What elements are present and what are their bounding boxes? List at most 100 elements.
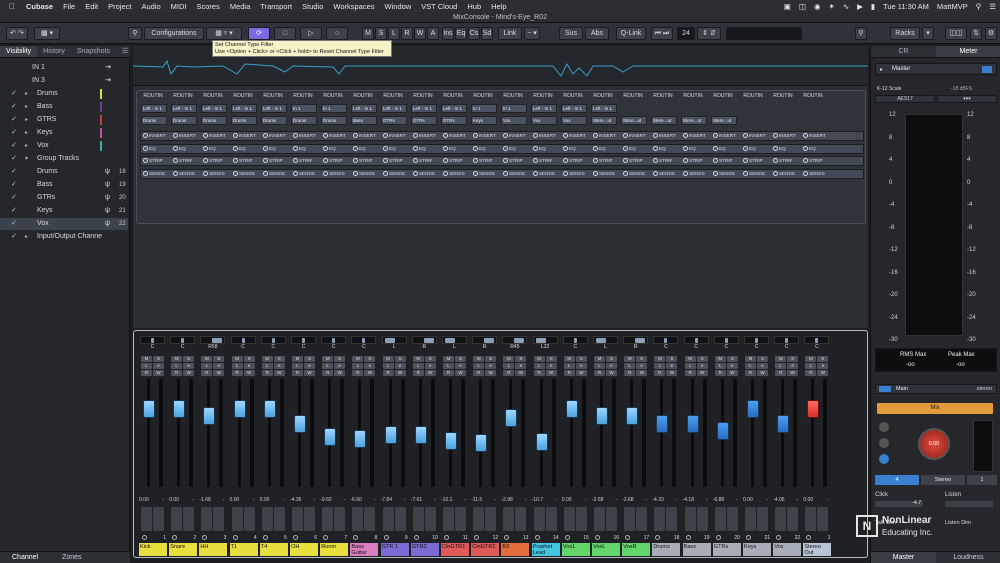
volume-fader[interactable]: [686, 415, 699, 434]
power-icon[interactable]: [473, 145, 478, 151]
channel-control-button[interactable]: [153, 515, 164, 523]
rack-slot-eq[interactable]: EQ: [473, 145, 486, 151]
expand-arrow-icon[interactable]: ▸: [25, 101, 28, 113]
output-routing-slot[interactable]: Stere...ut: [621, 116, 647, 125]
power-icon[interactable]: [503, 158, 508, 163]
visibility-row[interactable]: ✓ Vox ψ 22: [0, 218, 128, 230]
rack-slot-insert[interactable]: INSERT: [563, 133, 586, 138]
channel-name[interactable]: B3: [501, 543, 530, 556]
rack-slot-eq[interactable]: EQ: [533, 145, 546, 151]
visibility-checkbox[interactable]: ✓: [11, 127, 17, 139]
tab-snapshots[interactable]: Snapshots: [71, 46, 116, 57]
tab-channel[interactable]: Channel: [0, 552, 50, 563]
mute-button[interactable]: M: [654, 356, 666, 362]
power-icon[interactable]: [533, 133, 538, 138]
power-icon[interactable]: [263, 133, 268, 138]
mute-button[interactable]: M: [443, 356, 454, 362]
channel-control-button[interactable]: [394, 507, 406, 515]
mute-button[interactable]: M: [352, 356, 364, 362]
input-routing-slot[interactable]: Left - In 1: [261, 104, 287, 113]
channel-control-button[interactable]: [594, 507, 605, 515]
pan-control[interactable]: [230, 336, 256, 344]
rack-slot-insert[interactable]: INSERT: [443, 133, 466, 138]
channel-name[interactable]: VoxR: [622, 543, 651, 556]
power-icon[interactable]: [683, 133, 688, 138]
wifi-icon[interactable]: ∿: [839, 2, 853, 11]
channel-name[interactable]: T4: [259, 543, 288, 556]
edit-button[interactable]: e: [304, 363, 315, 369]
solo-all-button[interactable]: S: [375, 27, 387, 40]
rack-slot-eq[interactable]: EQ: [323, 145, 336, 151]
power-icon[interactable]: [653, 133, 658, 138]
shield-icon[interactable]: ◉: [810, 2, 825, 11]
channel-control-button[interactable]: [292, 507, 303, 515]
output-routing-slot[interactable]: Stere...ut: [681, 116, 707, 125]
visibility-checkbox[interactable]: ✓: [11, 114, 17, 126]
menu-file[interactable]: File: [58, 2, 80, 11]
expand-arrow-icon[interactable]: ▾: [25, 153, 28, 165]
power-icon[interactable]: [383, 170, 388, 176]
solo-button[interactable]: S: [183, 356, 195, 362]
channel-control-button[interactable]: [141, 515, 152, 523]
power-icon[interactable]: [713, 133, 718, 138]
channel-control-button[interactable]: [684, 507, 696, 515]
mute-button[interactable]: M: [503, 356, 515, 362]
channel-control-button[interactable]: [443, 523, 454, 531]
listen-button[interactable]: L: [624, 363, 636, 369]
rack-slot-strip[interactable]: STRIP: [713, 158, 733, 163]
channel-control-button[interactable]: [545, 515, 557, 523]
channel-control-button[interactable]: [292, 515, 303, 523]
write-all-button[interactable]: W: [414, 27, 426, 40]
rack-slot-insert[interactable]: INSERT: [623, 133, 646, 138]
meter-option-button[interactable]: ▾▾▾: [937, 95, 997, 103]
write-button[interactable]: W: [696, 370, 708, 376]
channel-control-button[interactable]: [533, 515, 545, 523]
output-routing-slot[interactable]: Stere...ut: [711, 116, 737, 125]
power-icon[interactable]: [803, 133, 808, 138]
write-button[interactable]: W: [817, 370, 829, 376]
stop-icon[interactable]: □: [274, 27, 296, 40]
rack-slot-eq[interactable]: EQ: [413, 145, 426, 151]
expand-arrow-icon[interactable]: ▸: [25, 231, 28, 243]
channel-control-button[interactable]: [382, 523, 394, 531]
power-icon[interactable]: [233, 158, 238, 163]
power-icon[interactable]: [653, 158, 658, 163]
edit-button[interactable]: e: [787, 363, 799, 369]
pan-control[interactable]: [411, 336, 437, 344]
rack-slot-strip[interactable]: STRIP: [413, 158, 433, 163]
input-routing-slot[interactable]: Left - In 1: [561, 104, 587, 113]
channel-control-button[interactable]: [364, 507, 376, 515]
read-button[interactable]: R: [654, 370, 666, 376]
solo-button[interactable]: S: [364, 356, 376, 362]
channel-control-button[interactable]: [714, 523, 726, 531]
channel-name[interactable]: GTRs: [712, 543, 741, 556]
read-button[interactable]: R: [322, 370, 334, 376]
listen-button[interactable]: L: [745, 363, 756, 369]
tab-meter[interactable]: Meter: [936, 46, 1000, 57]
tab-visibility[interactable]: Visibility: [0, 46, 38, 57]
rack-slot-strip[interactable]: STRIP: [743, 158, 763, 163]
pan-control[interactable]: [381, 336, 407, 344]
menu-project[interactable]: Project: [103, 2, 136, 11]
mute-button[interactable]: M: [473, 356, 485, 362]
rack-slot-sends[interactable]: SENDS: [473, 170, 495, 176]
solo-button[interactable]: S: [394, 356, 406, 362]
channel-control-button[interactable]: [201, 523, 213, 531]
rack-slot-eq[interactable]: EQ: [683, 145, 696, 151]
window-layout-icon[interactable]: ▩ ▾: [34, 27, 60, 40]
rack-slot-sends[interactable]: SENDS: [263, 170, 285, 176]
configurations-menu[interactable]: Configurations: [144, 27, 204, 40]
rack-slot-sends[interactable]: SENDS: [143, 170, 165, 176]
listen-button[interactable]: L: [775, 363, 787, 369]
power-icon[interactable]: [263, 145, 268, 151]
channel-control-button[interactable]: [787, 507, 799, 515]
channel-control-button[interactable]: [322, 515, 334, 523]
pan-control[interactable]: [713, 336, 739, 344]
solo-button[interactable]: S: [515, 356, 527, 362]
listen-button[interactable]: L: [533, 363, 545, 369]
channel-control-button[interactable]: [412, 507, 424, 515]
write-button[interactable]: W: [304, 370, 315, 376]
visibility-row[interactable]: IN 3 ⇥: [0, 75, 128, 87]
power-icon[interactable]: [383, 145, 388, 151]
mute-button[interactable]: M: [533, 356, 545, 362]
